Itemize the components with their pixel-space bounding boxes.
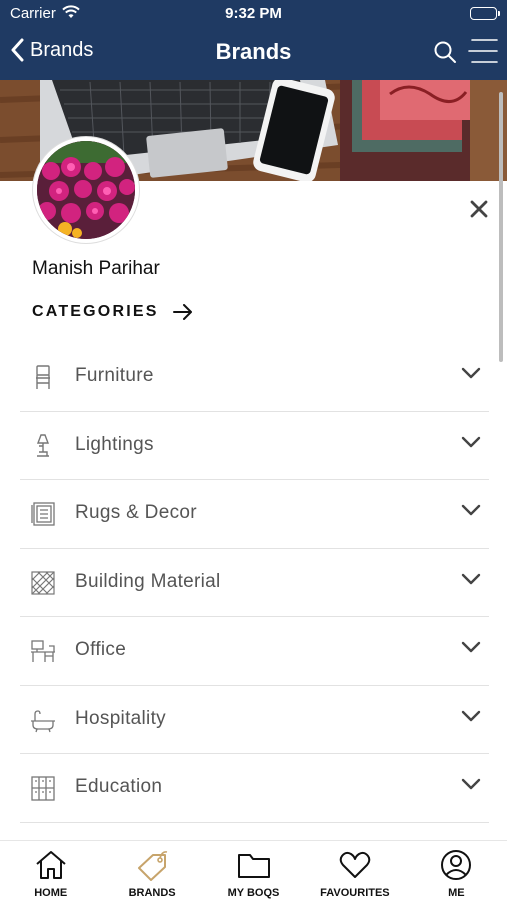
tab-label: FAVOURITES (320, 887, 390, 899)
chevron-down-icon (461, 504, 481, 516)
category-list: Furniture Lightings Rugs & Decor Buildin… (20, 343, 489, 823)
category-item-lightings[interactable]: Lightings (20, 412, 489, 480)
chevron-down-icon (461, 573, 481, 584)
chair-icon (36, 365, 50, 389)
locker-icon (31, 776, 55, 801)
navigation-bar: Brands Brands (0, 30, 507, 76)
category-item-education[interactable]: Education (20, 754, 489, 823)
category-label: Hospitality (75, 707, 166, 729)
rug-icon (31, 502, 55, 526)
header-bar: Carrier 9:32 PM Brands Brands (0, 0, 507, 80)
chevron-left-icon (11, 38, 24, 62)
tab-favourites[interactable]: FAVOURITES (304, 841, 405, 900)
close-icon (470, 200, 488, 218)
battery-icon (470, 7, 500, 20)
search-button[interactable] (433, 40, 457, 69)
back-button[interactable]: Brands (10, 38, 93, 62)
tab-home[interactable]: HOME (0, 841, 101, 900)
status-bar: Carrier 9:32 PM (0, 0, 507, 28)
bathtub-icon (31, 709, 55, 732)
categories-link[interactable]: CATEGORIES (32, 303, 193, 321)
tab-brands[interactable]: BRANDS (101, 841, 202, 900)
search-icon (434, 41, 456, 63)
lamp-icon (36, 433, 50, 457)
clock: 9:32 PM (225, 5, 282, 22)
hamburger-menu-icon (468, 39, 498, 63)
user-circle-icon (441, 850, 472, 880)
category-label: Building Material (75, 570, 221, 592)
user-name: Manish Parihar (32, 258, 160, 279)
scrollbar[interactable] (499, 92, 503, 362)
arrow-right-icon (172, 304, 192, 320)
category-label: Rugs & Decor (75, 502, 197, 523)
heart-icon (339, 851, 371, 878)
back-label: Brands (30, 38, 94, 61)
chevron-down-icon (461, 641, 481, 653)
chevron-down-icon (461, 778, 481, 790)
tab-me[interactable]: ME (406, 841, 507, 900)
chevron-down-icon (461, 436, 481, 447)
tile-pattern-icon (31, 570, 55, 595)
category-item-rugs-decor[interactable]: Rugs & Decor (20, 480, 489, 549)
tab-label: BRANDS (128, 887, 176, 899)
category-item-furniture[interactable]: Furniture (20, 343, 489, 412)
menu-button[interactable] (467, 36, 499, 71)
desk-icon (31, 640, 55, 662)
category-label: Furniture (75, 365, 154, 386)
tab-label: HOME (34, 887, 68, 899)
chevron-down-icon (461, 367, 481, 379)
avatar (33, 137, 139, 243)
category-label: Office (75, 639, 127, 660)
home-icon (36, 851, 66, 879)
tab-label: MY BOQS (227, 887, 280, 899)
category-item-office[interactable]: Office (20, 617, 489, 686)
close-button[interactable] (468, 198, 490, 225)
tab-bar: HOME BRANDS MY BOQS FAVOURITES ME (0, 840, 507, 900)
flower-photo (37, 141, 135, 239)
tab-label: ME (448, 887, 465, 899)
category-item-building-material[interactable]: Building Material (20, 549, 489, 617)
category-item-hospitality[interactable]: Hospitality (20, 686, 489, 754)
category-label: Education (75, 776, 163, 797)
folder-icon (237, 854, 270, 878)
chevron-down-icon (461, 710, 481, 721)
tag-icon (138, 851, 168, 881)
category-label: Lightings (75, 433, 154, 455)
categories-heading: CATEGORIES (32, 303, 159, 320)
tab-my-boqs[interactable]: MY BOQS (203, 841, 304, 900)
